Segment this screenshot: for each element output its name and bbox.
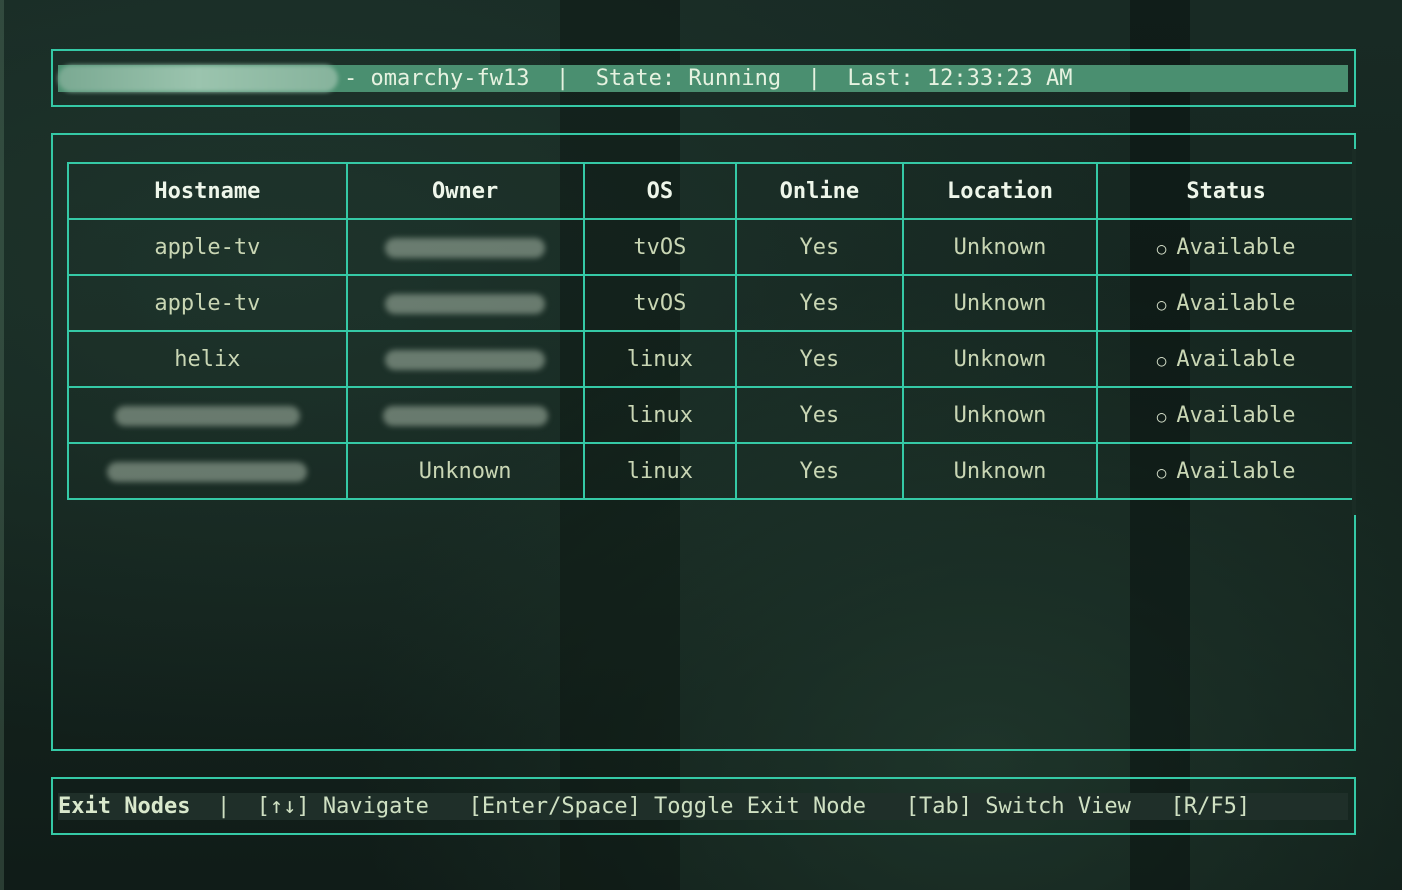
status-text: Available xyxy=(1176,290,1296,316)
owner-redacted xyxy=(382,405,548,426)
hostname-cell: apple-tv xyxy=(67,218,348,276)
online-cell: Yes xyxy=(735,218,904,276)
toggle-exit-node-hint: [Enter/Space] Toggle Exit Node xyxy=(468,794,866,819)
hostname-redacted xyxy=(107,461,308,482)
status-cell: ○ Available xyxy=(1096,386,1354,444)
hostname-cell xyxy=(67,386,348,444)
header-divider: | xyxy=(781,66,848,91)
exit-nodes-table: Hostname Owner OS Online Location Status… xyxy=(67,162,1354,500)
status-cell: ○ Available xyxy=(1096,442,1354,500)
os-cell: linux xyxy=(582,386,738,444)
status-text: Available xyxy=(1176,234,1296,260)
last-time: 12:33:23 AM xyxy=(926,66,1073,91)
column-header-online: Online xyxy=(735,162,904,220)
hostname-cell: helix xyxy=(67,330,348,388)
owner-redacted xyxy=(385,349,546,370)
owner-redacted xyxy=(385,293,546,314)
hostname-redacted xyxy=(114,405,300,426)
header-divider: | xyxy=(529,66,596,91)
table-row[interactable]: apple-tv tvOS Yes Unknown ○ Available xyxy=(67,274,1354,332)
navigate-hint: [↑↓] Navigate xyxy=(256,794,429,819)
status-text: Available xyxy=(1176,346,1296,372)
status-header-panel: - omarchy-fw13 | State: Running | Last: … xyxy=(51,49,1356,107)
circle-outline-icon: ○ xyxy=(1156,238,1167,258)
last-label: Last: xyxy=(847,66,927,91)
status-cell: ○ Available xyxy=(1096,330,1354,388)
help-footer-panel: Exit Nodes | [↑↓] Navigate [Enter/Space]… xyxy=(51,777,1356,835)
footer-spacer xyxy=(866,794,906,819)
footer-divider: | xyxy=(190,794,257,819)
os-cell: tvOS xyxy=(582,274,738,332)
column-header-owner: Owner xyxy=(345,162,585,220)
table-row[interactable]: linux Yes Unknown ○ Available xyxy=(67,386,1354,444)
state-label: State: xyxy=(595,66,689,91)
view-mode-label: Exit Nodes xyxy=(58,794,191,819)
column-header-location: Location xyxy=(901,162,1099,220)
nodes-panel: Hostname Owner OS Online Location Status… xyxy=(51,133,1356,751)
owner-redacted xyxy=(385,237,546,258)
owner-cell xyxy=(345,218,585,276)
footer-spacer xyxy=(1131,794,1171,819)
os-cell: tvOS xyxy=(582,218,738,276)
location-cell: Unknown xyxy=(901,386,1099,444)
location-cell: Unknown xyxy=(901,442,1099,500)
status-header-bar: - omarchy-fw13 | State: Running | Last: … xyxy=(58,65,1348,92)
os-cell: linux xyxy=(582,442,738,500)
column-header-hostname: Hostname xyxy=(67,162,348,220)
circle-outline-icon: ○ xyxy=(1156,462,1167,482)
switch-view-hint: [Tab] Switch View xyxy=(905,794,1131,819)
online-cell: Yes xyxy=(735,330,904,388)
table-row[interactable]: Unknown linux Yes Unknown ○ Available xyxy=(67,442,1354,500)
circle-outline-icon: ○ xyxy=(1156,350,1167,370)
status-cell: ○ Available xyxy=(1096,274,1354,332)
circle-outline-icon: ○ xyxy=(1156,294,1167,314)
hostname-cell xyxy=(67,442,348,500)
owner-cell xyxy=(345,330,585,388)
account-email-redacted xyxy=(58,65,338,92)
help-footer-bar: Exit Nodes | [↑↓] Navigate [Enter/Space]… xyxy=(58,793,1348,820)
owner-cell xyxy=(345,274,585,332)
os-cell: linux xyxy=(582,330,738,388)
table-row[interactable]: helix linux Yes Unknown ○ Available xyxy=(67,330,1354,388)
location-cell: Unknown xyxy=(901,218,1099,276)
column-header-status: Status xyxy=(1096,162,1354,220)
table-row[interactable]: apple-tv tvOS Yes Unknown ○ Available xyxy=(67,218,1354,276)
column-header-os: OS xyxy=(582,162,738,220)
table-header-row: Hostname Owner OS Online Location Status xyxy=(67,162,1354,220)
location-cell: Unknown xyxy=(901,274,1099,332)
device-separator: - xyxy=(344,66,371,91)
owner-cell xyxy=(345,386,585,444)
online-cell: Yes xyxy=(735,442,904,500)
status-text: Available xyxy=(1176,458,1296,484)
device-name: omarchy-fw13 xyxy=(370,66,530,91)
circle-outline-icon: ○ xyxy=(1156,406,1167,426)
owner-cell: Unknown xyxy=(345,442,585,500)
status-text: Available xyxy=(1176,402,1296,428)
refresh-hint: [R/F5] xyxy=(1170,794,1251,819)
hostname-cell: apple-tv xyxy=(67,274,348,332)
state-value: Running xyxy=(688,66,782,91)
status-cell: ○ Available xyxy=(1096,218,1354,276)
footer-spacer xyxy=(429,794,469,819)
online-cell: Yes xyxy=(735,386,904,444)
background-shape xyxy=(0,0,4,890)
location-cell: Unknown xyxy=(901,330,1099,388)
online-cell: Yes xyxy=(735,274,904,332)
